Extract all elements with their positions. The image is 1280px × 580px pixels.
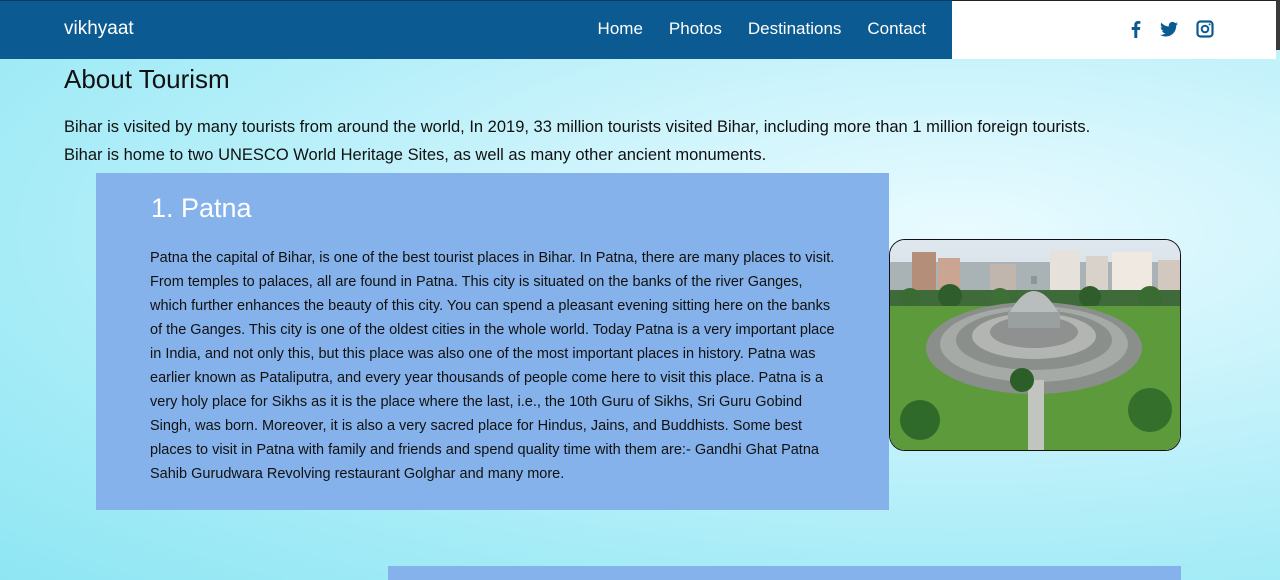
- instagram-icon[interactable]: [1195, 19, 1215, 39]
- page-title: About Tourism: [64, 64, 230, 94]
- nav-link-destinations[interactable]: Destinations: [748, 19, 842, 39]
- social-bar: [952, 0, 1276, 59]
- intro-paragraph: Bihar is visited by many tourists from a…: [64, 118, 1091, 164]
- top-navbar: vikhyaat Home Photos Destinations Contac…: [0, 0, 952, 59]
- window-edge: [1276, 0, 1280, 50]
- stupa-image: [890, 240, 1180, 450]
- patna-stupa-photo: [889, 239, 1181, 451]
- destination-card-patna: 1. Patna Patna the capital of Bihar, is …: [96, 173, 889, 510]
- destination-description: Patna the capital of Bihar, is one of th…: [150, 250, 835, 482]
- nav-link-contact[interactable]: Contact: [867, 19, 926, 39]
- destination-title: 1. Patna: [151, 193, 252, 223]
- brand-logo[interactable]: vikhyaat: [64, 18, 134, 40]
- nav-link-home[interactable]: Home: [598, 19, 643, 39]
- twitter-icon[interactable]: [1159, 19, 1179, 39]
- nav-links: Home Photos Destinations Contact: [598, 19, 926, 39]
- destination-card-next: [388, 566, 1181, 580]
- facebook-icon[interactable]: [1126, 19, 1146, 39]
- nav-link-photos[interactable]: Photos: [669, 19, 722, 39]
